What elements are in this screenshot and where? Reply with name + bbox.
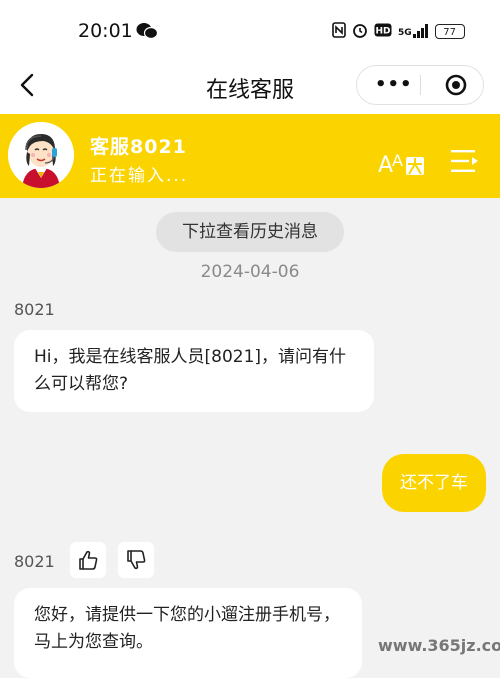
status-time: 20:01 — [78, 20, 133, 42]
status-icons: HD 5G 77 — [332, 20, 482, 42]
date-divider: 2024-04-06 — [200, 262, 300, 282]
capsule-divider — [420, 75, 421, 95]
network-type: 5G — [398, 28, 412, 38]
thumbs-up-button[interactable] — [70, 542, 106, 578]
hd-icon: HD — [374, 23, 392, 40]
svg-text:A: A — [392, 151, 403, 170]
alarm-icon — [352, 22, 368, 41]
agent-message-bubble: 您好，请提供一下您的小遛注册手机号，马上为您查询。 — [14, 588, 362, 678]
thumbs-down-button[interactable] — [118, 542, 154, 578]
watermark-text: www.365jz.com — [378, 636, 500, 655]
more-options-icon[interactable]: ••• — [375, 75, 413, 95]
thumbs-down-icon — [127, 550, 146, 570]
load-history-button[interactable]: 下拉查看历史消息 — [156, 212, 344, 252]
agent-name: 客服8021 — [90, 136, 187, 158]
wechat-icon — [136, 23, 158, 40]
user-message-bubble: 还不了车 — [382, 454, 486, 512]
svg-text:HD: HD — [375, 26, 390, 36]
nfc-icon — [332, 21, 346, 41]
font-size-icon[interactable]: A A — [378, 145, 424, 177]
svg-text:A: A — [378, 153, 393, 177]
agent-header: 客服8021 正在输入... — [0, 114, 500, 198]
agent-message-bubble: Hi，我是在线客服人员[8021]，请问有什么可以帮您? — [14, 330, 374, 412]
battery-icon: 77 — [434, 23, 465, 39]
nav-bar: 在线客服 ••• — [0, 58, 500, 114]
sender-label: 8021 — [14, 300, 55, 319]
chat-menu-icon[interactable] — [450, 148, 480, 174]
sender-label: 8021 — [14, 552, 55, 571]
status-bar: 20:01 HD 5G 77 — [0, 0, 500, 58]
thumbs-up-icon — [79, 550, 98, 570]
agent-avatar — [8, 122, 74, 188]
typing-status: 正在输入... — [90, 166, 189, 186]
miniprogram-capsule: ••• — [356, 65, 484, 105]
signal-5g-icon: 5G — [398, 24, 429, 38]
close-miniprogram-icon[interactable] — [445, 74, 467, 96]
